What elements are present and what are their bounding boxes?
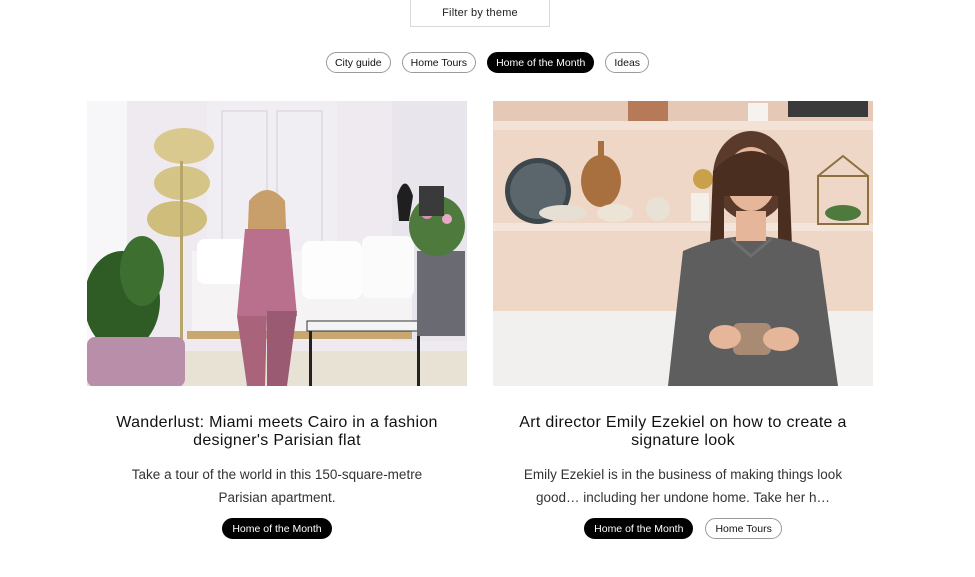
article-excerpt: Emily Ezekiel is in the business of maki… <box>523 467 843 505</box>
chip-label: Home Tours <box>410 56 468 69</box>
article-excerpt: Take a tour of the world in this 150-squ… <box>131 467 423 505</box>
filter-label: Filter by theme <box>442 7 518 19</box>
article-tags: Home of the Month Home Tours <box>493 518 873 539</box>
tag-home-of-the-month[interactable]: Home of the Month <box>584 518 694 539</box>
article-photo-kitchen-portrait[interactable] <box>493 101 873 386</box>
tag-home-of-the-month[interactable]: Home of the Month <box>222 518 332 539</box>
chip-ideas[interactable]: Ideas <box>605 52 650 73</box>
chip-label: Home of the Month <box>496 56 586 69</box>
chip-home-tours[interactable]: Home Tours <box>401 52 477 73</box>
article-card[interactable]: Wanderlust: Miami meets Cairo in a fashi… <box>87 101 467 539</box>
article-title[interactable]: Art director Emily Ezekiel on how to cre… <box>493 414 873 450</box>
filter-by-theme-button[interactable]: Filter by theme <box>410 0 550 27</box>
article-tags: Home of the Month <box>87 518 467 539</box>
tag-label: Home of the Month <box>594 522 684 535</box>
article-card[interactable]: Art director Emily Ezekiel on how to cre… <box>493 101 873 539</box>
article-title[interactable]: Wanderlust: Miami meets Cairo in a fashi… <box>87 414 467 450</box>
tag-label: Home Tours <box>715 522 772 535</box>
article-photo-living-room[interactable] <box>87 101 467 386</box>
tag-home-tours[interactable]: Home Tours <box>705 518 782 539</box>
tag-label: Home of the Month <box>232 522 322 535</box>
chip-label: City guide <box>334 56 382 69</box>
chip-label: Ideas <box>614 56 641 69</box>
chip-home-of-the-month[interactable]: Home of the Month <box>487 52 595 73</box>
chip-city-guide[interactable]: City guide <box>325 52 391 73</box>
theme-filter-chips: City guide Home Tours Home of the Month … <box>0 52 975 73</box>
